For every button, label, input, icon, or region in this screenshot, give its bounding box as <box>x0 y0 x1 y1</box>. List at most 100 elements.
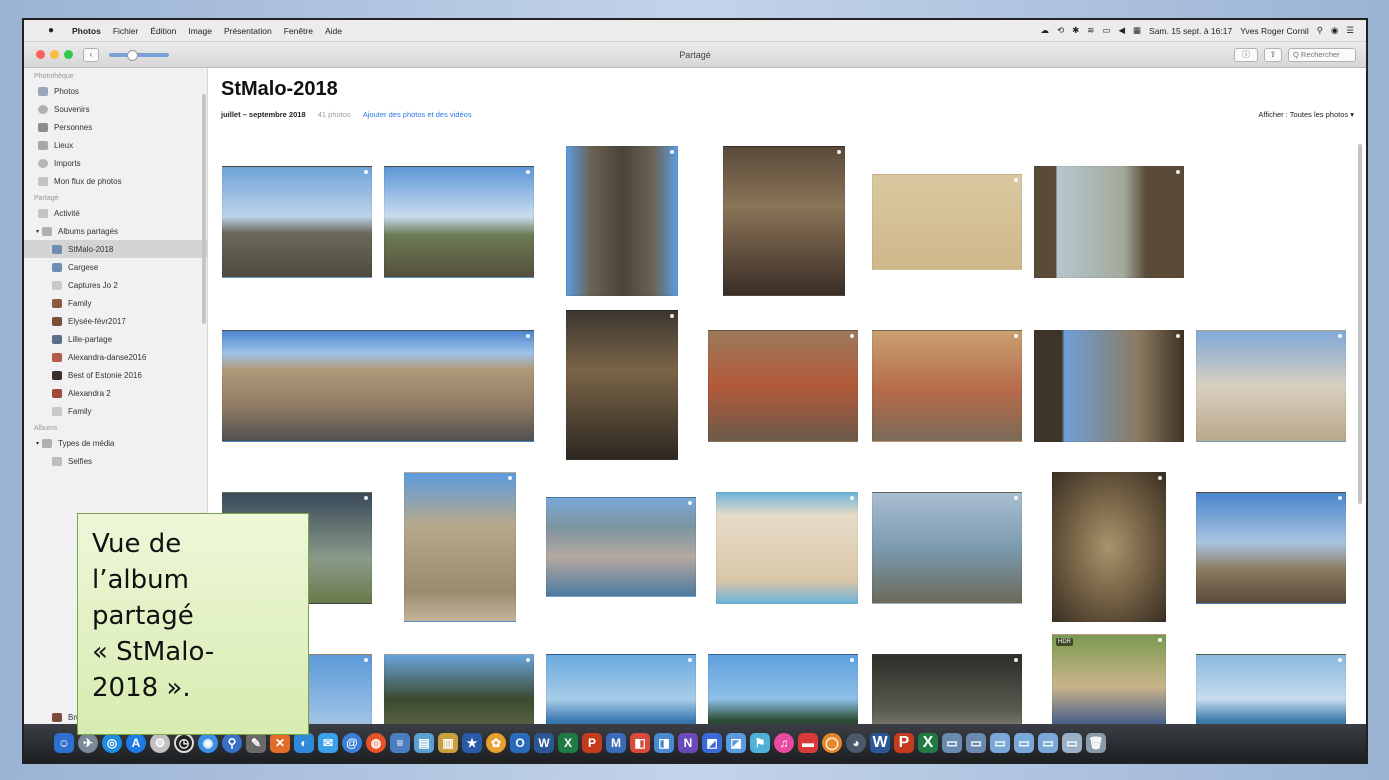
sidebar-item-photostream[interactable]: Mon flux de photos <box>24 172 207 190</box>
menu-edition[interactable]: Édition <box>150 26 176 36</box>
sidebar-item-souvenirs[interactable]: Souvenirs <box>24 100 207 118</box>
photo-thumbnail[interactable] <box>723 146 845 296</box>
info-button[interactable]: ⓘ <box>1234 47 1258 62</box>
sidebar-item-selfies[interactable]: Selfies <box>24 452 207 470</box>
photo-thumbnail[interactable] <box>716 492 858 604</box>
photo-thumbnail[interactable] <box>708 330 858 442</box>
cloud-icon[interactable]: ☁ <box>1041 25 1050 36</box>
photo-thumbnail[interactable] <box>566 310 678 460</box>
apple-menu-icon[interactable]: ● <box>42 25 60 36</box>
photo-thumbnail[interactable] <box>222 330 534 442</box>
volume-icon[interactable]: ◀ <box>1118 25 1125 36</box>
minimize-button[interactable] <box>50 50 59 59</box>
calendar-icon[interactable]: ▦ <box>1133 25 1141 36</box>
menu-fenetre[interactable]: Fenêtre <box>284 26 313 36</box>
spotlight-icon[interactable]: ⚲ <box>222 733 242 753</box>
photo-thumbnail[interactable] <box>872 174 1022 270</box>
app-icon[interactable]: ◐ <box>294 733 314 753</box>
utility-icon[interactable]: ✎ <box>246 733 266 753</box>
spotlight-icon[interactable]: ⚲ <box>1317 25 1323 36</box>
sidebar-item-personnes[interactable]: Personnes <box>24 118 207 136</box>
zoom-slider[interactable] <box>109 49 169 61</box>
app-icon[interactable]: ◧ <box>630 733 650 753</box>
word-icon[interactable]: W <box>534 733 554 753</box>
folder-icon[interactable]: ▭ <box>942 733 962 753</box>
dashboard-icon[interactable]: ◷ <box>174 733 194 753</box>
app-store-icon[interactable]: A <box>126 733 146 753</box>
sidebar-item-imports[interactable]: Imports <box>24 154 207 172</box>
photo-thumbnail[interactable] <box>1034 166 1184 278</box>
clock-text[interactable]: Sam. 15 sept. à 16:17 <box>1149 26 1232 36</box>
sidebar-item-lille[interactable]: Lille-partage <box>24 330 207 348</box>
fullscreen-button[interactable] <box>64 50 73 59</box>
star-icon[interactable]: ★ <box>462 733 482 753</box>
sidebar-item-shared-albums[interactable]: ▾ Albums partagés <box>24 222 207 240</box>
search-input[interactable] <box>1288 47 1356 62</box>
photo-thumbnail[interactable] <box>1052 472 1166 622</box>
menu-aide[interactable]: Aide <box>325 26 342 36</box>
excel-icon[interactable]: X <box>918 733 938 753</box>
sidebar-item-photos[interactable]: Photos <box>24 82 207 100</box>
main-scrollbar[interactable] <box>1358 144 1362 504</box>
app-icon[interactable]: ◪ <box>726 733 746 753</box>
firefox-icon[interactable]: ◍ <box>366 733 386 753</box>
word-icon[interactable]: W <box>870 733 890 753</box>
sidebar-item-estonie[interactable]: Best of Estonie 2016 <box>24 366 207 384</box>
share-button[interactable]: ⇪ <box>1264 47 1282 62</box>
system-prefs-icon[interactable]: ⚙ <box>150 733 170 753</box>
notes-icon[interactable]: ≡ <box>390 733 410 753</box>
bluetooth-icon[interactable]: ✱ <box>1072 25 1079 36</box>
trash-icon[interactable]: 🗑 <box>1086 733 1106 753</box>
photo-thumbnail[interactable] <box>872 492 1022 604</box>
photo-thumbnail[interactable] <box>566 146 678 296</box>
siri-icon[interactable]: ◉ <box>1331 25 1338 36</box>
time-machine-icon[interactable]: ⟲ <box>1057 25 1064 36</box>
photo-thumbnail[interactable] <box>1196 492 1346 604</box>
disclosure-triangle-icon[interactable]: ▾ <box>36 228 39 235</box>
powerpoint-icon[interactable]: P <box>894 733 914 753</box>
folder-icon[interactable]: ▭ <box>966 733 986 753</box>
display-icon[interactable]: ▭ <box>1102 25 1110 36</box>
photos-app-icon[interactable]: ✿ <box>486 733 506 753</box>
sidebar-item-cargese[interactable]: Cargese <box>24 258 207 276</box>
app-icon[interactable]: ◕ <box>846 733 866 753</box>
sidebar-scrollbar[interactable] <box>202 94 206 324</box>
sidebar-item-alexandra-danse[interactable]: Alexandra-danse2016 <box>24 348 207 366</box>
powerpoint-icon[interactable]: P <box>582 733 602 753</box>
app-icon[interactable]: ▬ <box>798 733 818 753</box>
sidebar-item-alexandra2[interactable]: Alexandra 2 <box>24 384 207 402</box>
user-name[interactable]: Yves Roger Cornil <box>1240 26 1309 36</box>
app-icon[interactable]: ◯ <box>822 733 842 753</box>
photo-thumbnail[interactable] <box>872 330 1022 442</box>
mail-icon[interactable]: @ <box>342 733 362 753</box>
books-icon[interactable]: ▥ <box>438 733 458 753</box>
photo-thumbnail[interactable] <box>384 166 534 278</box>
finder-icon[interactable]: ☺ <box>54 733 74 753</box>
photo-thumbnail[interactable] <box>1034 330 1184 442</box>
sidebar-item-activity[interactable]: Activité <box>24 204 207 222</box>
app-icon[interactable]: ◨ <box>654 733 674 753</box>
photo-thumbnail[interactable] <box>1196 330 1346 442</box>
wifi-icon[interactable]: ≋ <box>1087 25 1094 36</box>
folder-icon[interactable]: ▭ <box>990 733 1010 753</box>
add-photos-link[interactable]: Ajouter des photos et des vidéos <box>363 110 472 119</box>
itunes-icon[interactable]: ♫ <box>774 733 794 753</box>
disclosure-triangle-icon[interactable]: ▾ <box>36 440 39 447</box>
sidebar-item-family-2[interactable]: Family <box>24 402 207 420</box>
menu-image[interactable]: Image <box>188 26 212 36</box>
folder-icon[interactable]: ▭ <box>1062 733 1082 753</box>
launchpad-icon[interactable]: ✈ <box>78 733 98 753</box>
outlook-icon[interactable]: O <box>510 733 530 753</box>
back-button[interactable]: ‹ <box>83 47 99 62</box>
sidebar-item-elysee[interactable]: Elysée-févr2017 <box>24 312 207 330</box>
sidebar-item-captures[interactable]: Captures Jo 2 <box>24 276 207 294</box>
app-icon[interactable]: M <box>606 733 626 753</box>
sidebar-item-media-types[interactable]: ▾ Types de média <box>24 434 207 452</box>
preview-icon[interactable]: ▤ <box>414 733 434 753</box>
safari-icon[interactable]: ◎ <box>102 733 122 753</box>
menu-fichier[interactable]: Fichier <box>113 26 139 36</box>
menu-photos[interactable]: Photos <box>72 26 101 36</box>
app-icon[interactable]: ⚑ <box>750 733 770 753</box>
close-button[interactable] <box>36 50 45 59</box>
photo-thumbnail[interactable] <box>546 497 696 597</box>
